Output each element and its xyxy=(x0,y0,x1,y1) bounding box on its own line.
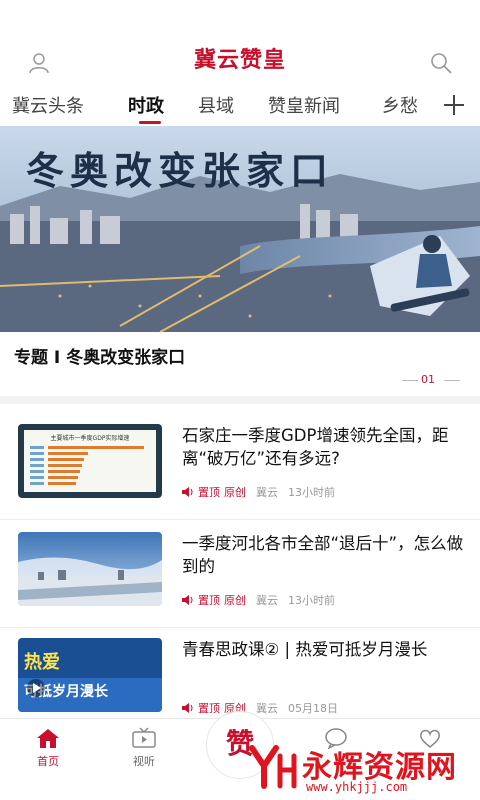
news-thumbnail: 主要城市一季度GDP实际增速 xyxy=(18,424,162,498)
speaker-icon[interactable] xyxy=(182,487,194,497)
news-meta: 置顶 原创 冀云 13小时前 xyxy=(182,592,335,608)
nav-video[interactable]: 视听 xyxy=(114,727,174,769)
banner-pager: 01 xyxy=(402,373,468,387)
tab-county[interactable]: 县域 xyxy=(198,92,234,118)
nav-label: 首页 xyxy=(37,755,59,768)
speaker-icon[interactable] xyxy=(182,595,194,605)
news-source: 冀云 xyxy=(256,486,278,499)
news-time: 05月18日 xyxy=(288,702,338,715)
tab-politics[interactable]: 时政 xyxy=(128,92,164,118)
news-time: 13小时前 xyxy=(288,594,335,607)
news-source: 冀云 xyxy=(256,594,278,607)
news-item[interactable]: 一季度河北各市全部“退后十”，怎么做到的 置顶 原创 冀云 13小时前 xyxy=(0,512,480,628)
original-tag: 原创 xyxy=(224,486,246,499)
watermark-logo xyxy=(249,745,297,789)
pinned-tag: 置顶 xyxy=(198,702,220,715)
news-thumbnail xyxy=(18,532,162,606)
banner-title[interactable]: 专题 I 冬奥改变张家口 xyxy=(14,343,185,368)
news-headline[interactable]: 石家庄一季度GDP增速领先全国，距离“破万亿”还有多远? xyxy=(182,424,464,470)
tab-nostalgia[interactable]: 乡愁 xyxy=(382,92,418,118)
page-number: 01 xyxy=(421,373,435,386)
watermark: 永辉资源网 www.yhkjjj.com xyxy=(246,740,476,796)
news-source: 冀云 xyxy=(256,702,278,715)
nav-label: 视听 xyxy=(133,755,155,768)
plus-icon[interactable] xyxy=(441,92,467,118)
banner-image[interactable]: 冬奥改变张家口 xyxy=(0,126,480,332)
search-icon[interactable] xyxy=(428,50,454,76)
original-tag: 原创 xyxy=(224,594,246,607)
app-title: 冀云赞皇 xyxy=(193,48,286,73)
divider xyxy=(0,396,480,404)
thumb-caption: 主要城市一季度GDP实际增速 xyxy=(51,434,130,442)
pinned-tag: 置顶 xyxy=(198,486,220,499)
home-icon xyxy=(37,729,59,748)
pinned-tag: 置顶 xyxy=(198,594,220,607)
thumb-text: 热爱 xyxy=(24,651,60,673)
banner-image-text: 冬奥改变张家口 xyxy=(26,148,334,193)
tv-icon xyxy=(132,727,156,748)
news-meta: 置顶 原创 冀云 05月18日 xyxy=(182,700,338,716)
news-headline[interactable]: 青春思政课② | 热爱可抵岁月漫长 xyxy=(182,638,464,661)
speaker-icon[interactable] xyxy=(182,703,194,713)
news-time: 13小时前 xyxy=(288,486,335,499)
nav-home[interactable]: 首页 xyxy=(18,727,78,769)
channel-tabs: 冀云头条 时政 县域 赞皇新闻 乡愁 xyxy=(0,86,480,126)
watermark-url: www.yhkjjj.com xyxy=(306,780,408,794)
news-item[interactable]: 主要城市一季度GDP实际增速 石家庄一季度GDP增速领先全国，距离“破万亿”还有… xyxy=(0,404,480,520)
news-thumbnail: 热爱 可抵岁月漫长 xyxy=(18,638,162,712)
tab-zanhuang-news[interactable]: 赞皇新闻 xyxy=(268,92,340,118)
tab-jiyun-headline[interactable]: 冀云头条 xyxy=(12,92,84,118)
app-header: 冀云赞皇 xyxy=(0,0,480,84)
news-meta: 置顶 原创 冀云 13小时前 xyxy=(182,484,335,500)
news-headline[interactable]: 一季度河北各市全部“退后十”，怎么做到的 xyxy=(182,532,464,578)
active-tab-indicator xyxy=(139,121,161,124)
